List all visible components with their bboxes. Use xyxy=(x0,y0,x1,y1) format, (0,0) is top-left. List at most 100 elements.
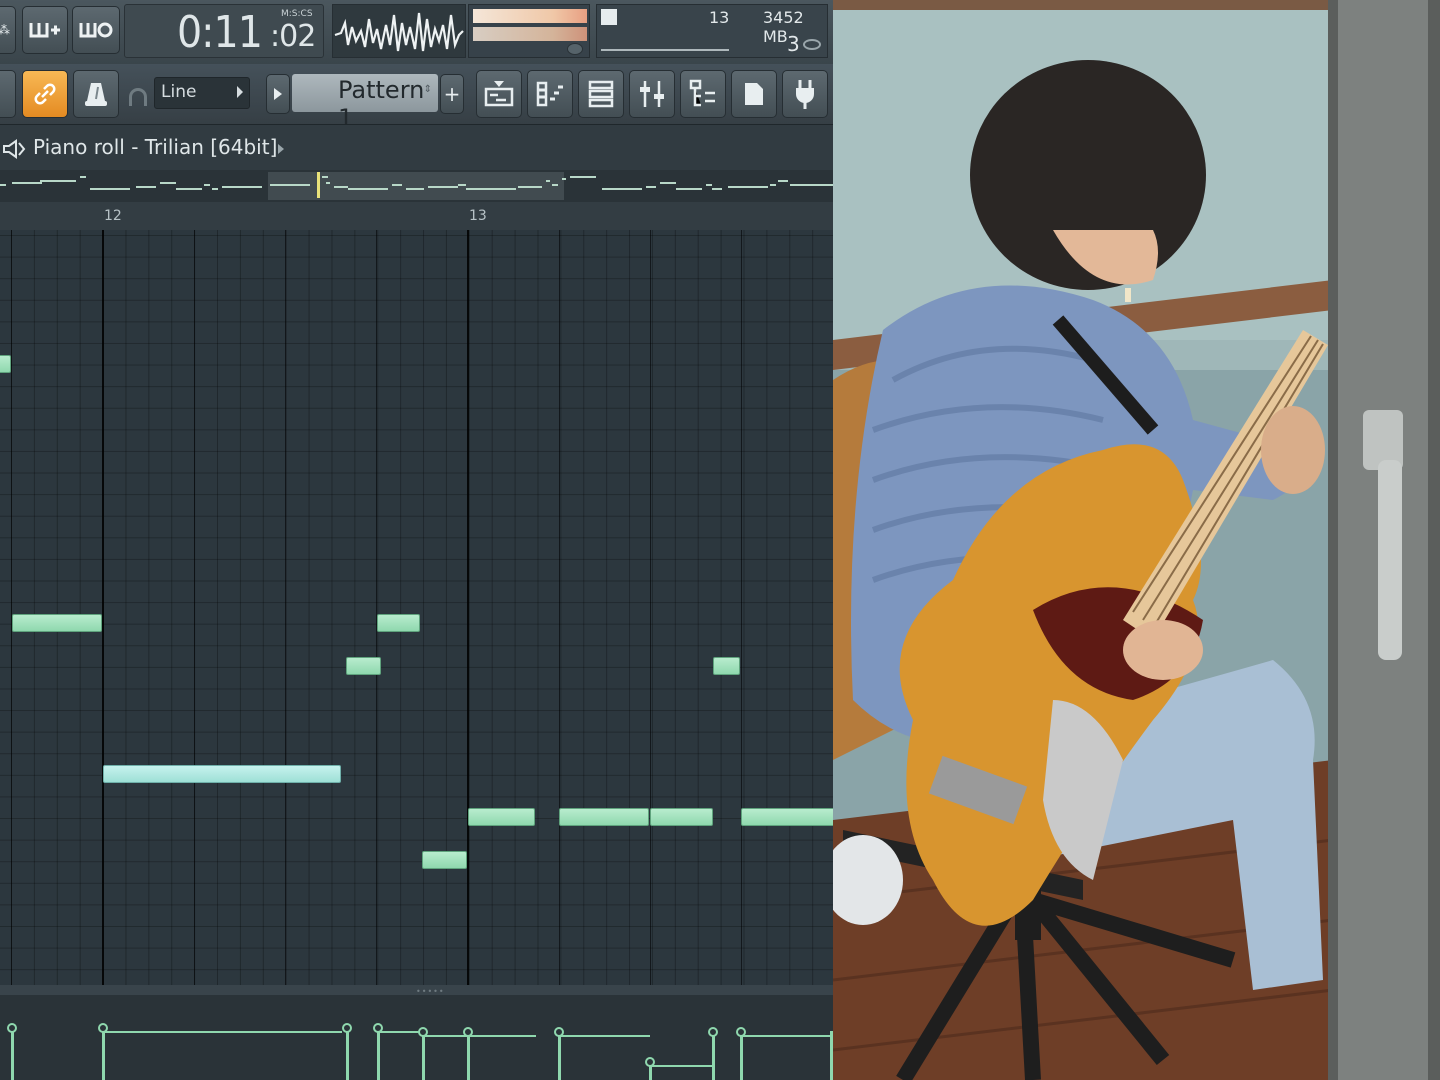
bass-player-video xyxy=(833,0,1440,1080)
level-bar-left xyxy=(473,9,587,23)
overview-notes xyxy=(0,172,833,198)
piano-roll-title: Piano roll - Trilian [64bit] xyxy=(33,135,278,159)
multi-add-icon xyxy=(29,23,60,38)
velocity-length-line xyxy=(469,1035,536,1037)
velocity-bar[interactable] xyxy=(712,1031,715,1080)
time-minutes-seconds: 0:11 xyxy=(177,7,263,58)
plugin-button[interactable] xyxy=(782,70,828,118)
plus-icon: + xyxy=(443,82,461,106)
note[interactable] xyxy=(0,355,11,373)
magnet-icon xyxy=(129,88,147,106)
pattern-prev-button[interactable] xyxy=(266,74,290,114)
cpu-indicator xyxy=(601,9,617,25)
play-triangle-icon xyxy=(274,88,282,100)
velocity-bar[interactable] xyxy=(740,1031,743,1080)
level-bar-right xyxy=(473,27,587,41)
note-grid[interactable] xyxy=(0,230,833,985)
velocity-bar[interactable] xyxy=(377,1027,380,1080)
channel-rack-icon xyxy=(588,80,614,108)
link-button[interactable] xyxy=(22,70,68,118)
note[interactable] xyxy=(559,808,649,826)
project-button[interactable] xyxy=(731,70,777,118)
menu-arrow-icon[interactable] xyxy=(278,144,284,154)
polyphony-knob-icon[interactable] xyxy=(803,39,821,50)
note[interactable] xyxy=(713,657,740,675)
browser-icon xyxy=(689,79,715,107)
mixer-button[interactable] xyxy=(629,70,675,118)
metronome-icon xyxy=(85,83,107,106)
bar-label-13: 13 xyxy=(469,208,487,224)
note[interactable] xyxy=(422,851,467,869)
note[interactable] xyxy=(103,765,341,783)
beat-line xyxy=(376,230,377,985)
bar-label-12: 12 xyxy=(104,208,122,224)
note[interactable] xyxy=(741,808,833,826)
plugin-icon xyxy=(796,80,814,109)
velocity-length-line xyxy=(560,1035,650,1037)
pattern-selector[interactable]: Pattern 1 ⇕ xyxy=(292,74,438,132)
beat-line xyxy=(11,230,12,985)
add-pattern-button[interactable]: + xyxy=(440,74,464,114)
song-time-display[interactable]: 0:11 :02 M:S:CS xyxy=(124,4,324,58)
playlist-button[interactable] xyxy=(476,70,522,118)
bass-player-image xyxy=(833,0,1440,1080)
speaker-icon xyxy=(3,139,26,159)
velocity-handle[interactable] xyxy=(342,1023,352,1033)
piano-roll-titlebar: Piano roll - Trilian [64bit] xyxy=(0,124,833,171)
master-level-meter xyxy=(468,4,590,58)
document-icon xyxy=(745,83,763,105)
chevron-right-icon xyxy=(237,86,243,98)
record-add-button[interactable] xyxy=(22,6,68,54)
note[interactable] xyxy=(12,614,102,632)
note[interactable] xyxy=(346,657,381,675)
left-cut-button[interactable]: ⁂ xyxy=(0,6,16,54)
playhead-marker xyxy=(317,172,320,198)
velocity-bar[interactable] xyxy=(422,1031,425,1080)
beat-line xyxy=(285,230,286,985)
transport-bar: ⁂ 0:11 :02 M:S:CS 13 3452 MB 3 xyxy=(0,0,833,64)
beat-line xyxy=(194,230,195,985)
metronome-button[interactable] xyxy=(73,70,119,118)
note[interactable] xyxy=(468,808,535,826)
note[interactable] xyxy=(377,614,420,632)
velocity-bar[interactable] xyxy=(467,1031,470,1080)
velocity-length-line xyxy=(424,1035,469,1037)
resize-handle-icon[interactable]: ••••• xyxy=(416,987,445,996)
loop-record-button[interactable] xyxy=(72,6,120,54)
velocity-length-line xyxy=(104,1031,342,1033)
playlist-icon xyxy=(484,81,514,107)
velocity-panel[interactable]: ••••• xyxy=(0,985,833,1080)
left-cut-tool-button[interactable] xyxy=(0,70,16,118)
time-centiseconds: :02 xyxy=(270,19,316,54)
velocity-length-line xyxy=(742,1035,833,1037)
velocity-bar[interactable] xyxy=(11,1027,14,1080)
spin-arrows-icon: ⇕ xyxy=(423,84,432,95)
note-overview-strip[interactable] xyxy=(0,170,833,202)
cpu-graph-line xyxy=(601,49,729,51)
velocity-bar[interactable] xyxy=(102,1027,105,1080)
oscilloscope xyxy=(332,4,466,58)
velocity-bar[interactable] xyxy=(558,1031,561,1080)
typing-keyboard-icon: ⁂ xyxy=(0,23,10,37)
piano-roll-button[interactable] xyxy=(527,70,573,118)
note[interactable] xyxy=(650,808,713,826)
channel-rack-button[interactable] xyxy=(578,70,624,118)
velocity-handle[interactable] xyxy=(7,1023,17,1033)
velocity-bar[interactable] xyxy=(346,1027,349,1080)
bar-line-13 xyxy=(467,230,469,985)
browser-button[interactable] xyxy=(680,70,726,118)
snap-select[interactable]: Line xyxy=(154,77,250,109)
cpu-memory-panel: 13 3452 MB 3 xyxy=(596,4,828,58)
beat-line xyxy=(741,230,742,985)
loop-icon xyxy=(79,22,113,38)
main-toolbar: Line Pattern 1 ⇕ + xyxy=(0,64,833,132)
time-format-label: M:S:CS xyxy=(281,9,313,19)
pitch-knob-icon[interactable] xyxy=(567,43,583,55)
waveform-icon xyxy=(334,12,464,52)
pattern-number: 13 xyxy=(709,8,730,27)
link-icon xyxy=(34,83,56,105)
velocity-handle[interactable] xyxy=(708,1027,718,1037)
timeline-ruler[interactable]: 12 13 xyxy=(0,202,833,232)
piano-roll-icon xyxy=(536,81,563,107)
beat-line xyxy=(559,230,560,985)
